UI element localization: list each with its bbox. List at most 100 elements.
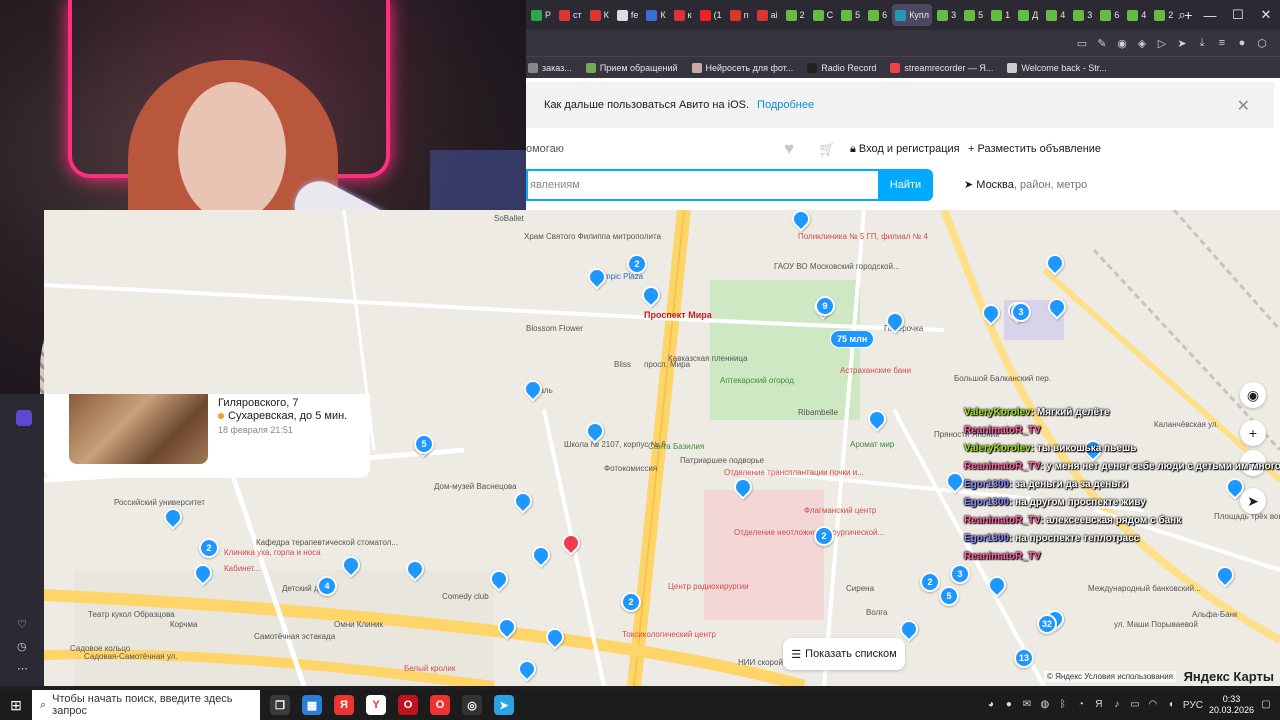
close-window-button[interactable]: ✕ [1252,7,1280,23]
map-cluster[interactable]: 3 [1011,302,1031,322]
browser-tab[interactable]: Р [528,4,554,26]
map-cluster[interactable]: 2 [621,592,641,612]
discord-icon[interactable]: ◕ [985,699,997,711]
browser-tab[interactable]: Д [1015,4,1041,26]
browser-tab[interactable]: 6 [1097,4,1122,26]
map-cluster[interactable]: 4 [317,576,337,596]
browser-tab[interactable]: 3 [934,4,959,26]
language-indicator[interactable]: РУС [1183,700,1203,711]
extension-icon[interactable]: ⬡ [1252,37,1272,50]
record-icon[interactable]: ● [1003,699,1015,711]
edit-icon[interactable]: ✎ [1092,37,1112,50]
show-list-button[interactable]: ☰ Показать списком [783,638,905,670]
volume-icon[interactable]: ◖ [1165,699,1177,711]
browser-tab[interactable]: 4 [1043,4,1068,26]
browser-tab[interactable]: Купл [892,4,933,26]
yandex-browser-icon[interactable]: Y [366,695,386,715]
obs-icon[interactable]: ◎ [462,695,482,715]
close-icon[interactable]: ✕ [1237,96,1250,116]
location-selector[interactable]: ➤ Москва, район, метро [964,178,1087,191]
minimize-button[interactable]: — [1196,8,1224,23]
yandex-tray-icon[interactable]: Я [1093,699,1105,711]
clock[interactable]: 0:33 20.03.2026 [1209,694,1254,716]
opera-gx-icon[interactable]: O [430,695,450,715]
help-link[interactable]: омогаю [526,143,564,155]
post-ad-button[interactable]: + Разместить объявление [968,143,1101,155]
network-icon[interactable]: ◔ [1075,699,1087,711]
taskbar-search[interactable]: ⌕ Чтобы начать поиск, введите здесь запр… [32,690,260,720]
heart-icon[interactable]: ♡ [17,618,27,631]
search-tabs-icon[interactable]: ⌕ [1168,7,1196,23]
browser-tab[interactable]: 2 [783,4,808,26]
sidebar-app-icon[interactable] [16,410,32,426]
wifi-icon[interactable]: ◠ [1147,699,1159,711]
download-icon[interactable]: ⤓ [1192,37,1212,50]
steam-icon[interactable]: ◍ [1039,699,1051,711]
bookmark-item[interactable]: заказ... [528,62,572,73]
mic-icon[interactable]: ♪ [1111,699,1123,711]
tab-label: 6 [1114,10,1120,20]
send-icon[interactable]: ➤ [1172,37,1192,50]
battery-icon[interactable]: ▭ [1129,699,1141,711]
browser-tab[interactable]: 4 [1124,4,1149,26]
map-cluster[interactable]: 2 [199,538,219,558]
shield-icon[interactable]: ◈ [1132,37,1152,50]
bluetooth-icon[interactable]: ᛒ [1057,699,1069,711]
bookmark-item[interactable]: Прием обращений [585,62,678,73]
store-icon[interactable]: ▦ [302,695,322,715]
map-copyright[interactable]: © Яндекс Условия использования [1043,671,1176,682]
cart-icon[interactable]: 🛒︎ [818,141,836,158]
browser-tab[interactable]: ai [754,4,781,26]
opera-icon[interactable]: O [398,695,418,715]
bookmark-item[interactable]: Нейросеть для фот... [691,62,793,73]
login-button[interactable]: 🔒︎ Вход и регистрация [850,143,960,156]
map-cluster[interactable]: 5 [939,586,959,606]
bookmark-item[interactable]: Radio Record [807,62,876,73]
browser-tab[interactable]: К [587,4,612,26]
start-button[interactable]: ⊞ [0,690,32,720]
notifications-icon[interactable]: ▢ [1260,699,1272,711]
browser-tab[interactable]: n [727,4,752,26]
profile-icon[interactable]: ● [1232,37,1252,49]
telegram-icon[interactable]: ➤ [494,695,514,715]
search-input[interactable]: явлениям [526,169,878,201]
maximize-button[interactable]: ☐ [1224,7,1252,23]
yandex-icon[interactable]: Я [334,695,354,715]
search-button[interactable]: Найти [878,169,933,201]
map-cluster[interactable]: 2 [920,572,940,592]
browser-tab[interactable]: ст [556,4,585,26]
map-cluster[interactable]: 9 [815,296,835,316]
price-tag[interactable]: 75 млн [830,330,875,348]
map-cluster[interactable]: 32 [1037,614,1057,634]
menu-icon[interactable]: ≡ [1212,37,1232,49]
tab-favicon-icon [589,9,601,21]
more-icon[interactable]: ⋯ [17,662,28,675]
browser-tab[interactable]: 3 [1070,4,1095,26]
bookmark-item[interactable]: Welcome back - Str... [1007,62,1107,73]
map-cluster[interactable]: 2 [627,254,647,274]
bookmark-item[interactable]: streamrecorder — Я... [890,62,993,73]
mail-icon[interactable]: ✉ [1021,699,1033,711]
listing-card[interactable]: Гиляровского, 7 Сухаревская, до 5 мин. 1… [44,394,370,478]
reader-icon[interactable]: ▭ [1072,37,1092,50]
browser-tab[interactable]: К [643,4,668,26]
browser-tab[interactable]: С [810,4,837,26]
listing-photo[interactable] [69,394,208,464]
map-cluster[interactable]: 3 [950,564,970,584]
screenshot-icon[interactable]: ◉ [1112,37,1132,50]
clock-icon[interactable]: ◷ [17,640,27,653]
browser-tab[interactable]: fe [614,4,642,26]
browser-tab[interactable]: (1 [697,4,725,26]
map-cluster[interactable]: 13 [1014,648,1034,668]
browser-tab[interactable]: 1 [988,4,1013,26]
browser-tab[interactable]: 5 [838,4,863,26]
task-view-icon[interactable]: ❐ [270,695,290,715]
favorites-heart-icon[interactable]: ♥ [784,139,794,159]
play-icon[interactable]: ▷ [1152,37,1172,50]
browser-tab[interactable]: 6 [865,4,890,26]
map-cluster[interactable]: 5 [414,434,434,454]
ios-banner-link[interactable]: Подробнее [757,99,814,111]
browser-tab[interactable]: 5 [961,4,986,26]
map-cluster[interactable]: 2 [814,526,834,546]
browser-tab[interactable]: к [671,4,695,26]
